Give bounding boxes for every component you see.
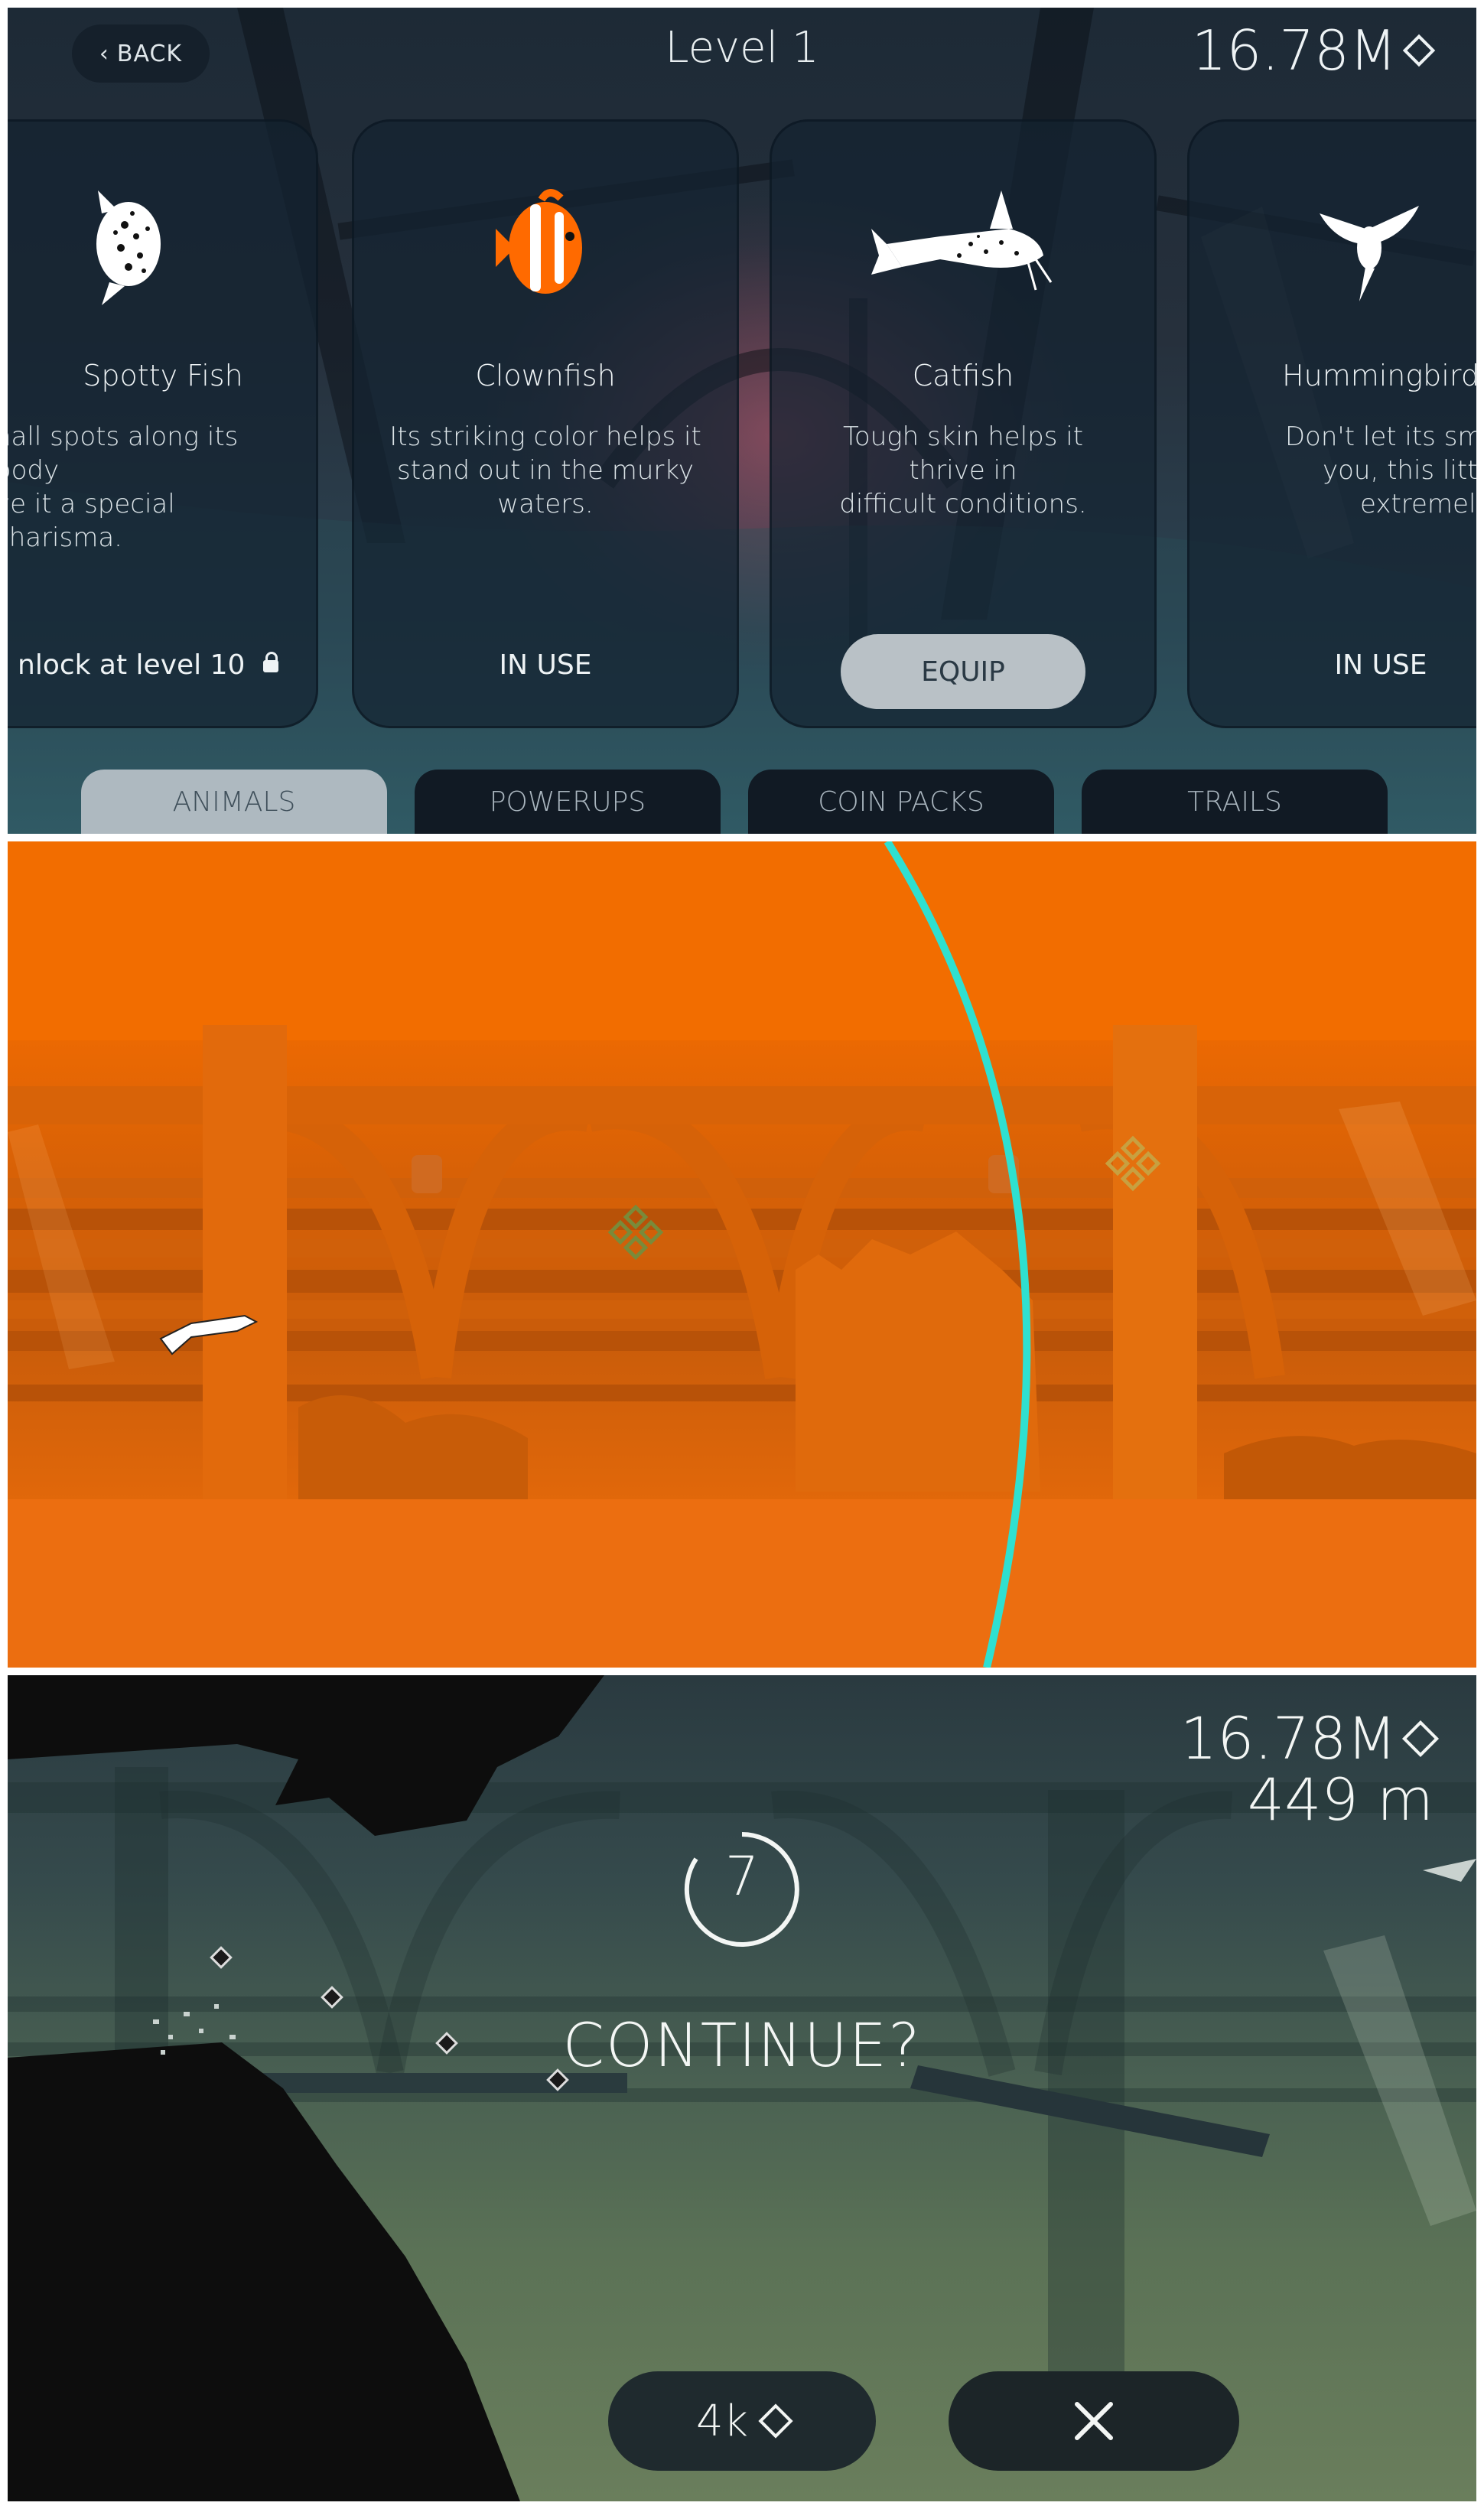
desc-line: stand out in the murky [397,455,694,486]
tab-coin-packs[interactable]: COIN PACKS [748,770,1054,834]
in-use-status: IN USE [499,649,592,681]
equip-button[interactable]: EQUIP [841,634,1085,709]
shop-tabs: ANIMALS POWERUPS COIN PACKS TRAILS [8,770,1476,834]
animal-card-spotty-fish[interactable]: Spotty Fish nall spots along its body ve… [8,119,318,728]
desc-line: difficult conditions. [839,489,1087,519]
animal-name: Clownfish [475,359,616,392]
animal-card-clownfish[interactable]: Clownfish Its striking color helps it st… [352,119,739,728]
coin-balance: 16.78M [1191,18,1436,83]
desc-line: extremely fast. [1360,489,1476,519]
spotty-fish-icon [8,183,316,313]
animal-name: Catfish [912,359,1014,392]
in-use-status: IN USE [1334,649,1427,681]
animal-card-hummingbird[interactable]: Hummingbird Don't let its small size you… [1187,119,1476,728]
coin-balance: 16.78M [1180,1704,1440,1772]
animal-description: Don't let its small size you, this littl… [1228,420,1476,521]
animal-description: Its striking color helps it stand out in… [385,420,706,521]
animal-description: nall spots along its body ve it a specia… [8,420,308,555]
catfish-icon [772,183,1154,313]
shop-screen: ‹ BACK Level 1 16.78M Spotty Fish n [8,8,1476,834]
desc-line: Its striking color helps it [389,421,701,452]
shop-top-bar: ‹ BACK Level 1 16.78M [8,8,1476,99]
desc-line: nall spots along its body [8,421,239,486]
hummingbird-icon [1289,183,1442,313]
desc-line: you, this little guy i [1323,455,1476,486]
orange-scene-art [8,841,1476,1668]
countdown-number: 7 [724,1845,760,1908]
coin-amount: 16.78M [1180,1704,1397,1772]
animal-description: Tough skin helps it thrive in difficult … [802,420,1124,521]
gameplay-orange-scene [8,841,1476,1668]
desc-line: waters. [497,489,594,519]
pay-to-continue-button[interactable]: 4k [608,2371,876,2471]
clownfish-icon [354,183,737,313]
animal-name: Spotty Fish [83,359,243,392]
tab-trails[interactable]: TRAILS [1082,770,1388,834]
desc-line: ve it a special charisma. [8,489,175,553]
lock-icon [262,652,278,672]
desc-line: Don't let its small size [1284,421,1476,452]
desc-line: Tough skin helps it thrive in [842,421,1084,486]
tab-powerups[interactable]: POWERUPS [415,770,721,834]
pay-label: 4k [695,2396,749,2446]
continue-screen: 16.78M 449 m 7 CONTINUE? 4k [8,1675,1476,2501]
animal-card-catfish[interactable]: Catfish Tough skin helps it thrive in di… [770,119,1157,728]
diamond-icon [758,2403,793,2439]
diamond-icon [1401,1720,1440,1757]
coin-amount: 16.78M [1191,18,1397,83]
distance-readout: 449 m [1247,1765,1434,1834]
diamond-icon [1402,34,1436,67]
continue-prompt: CONTINUE? [562,2012,922,2081]
close-icon [1075,2402,1113,2440]
unlock-status: nlock at level 10 [18,649,316,681]
close-button[interactable] [949,2371,1239,2471]
animal-name: Hummingbird [1282,359,1476,392]
unlock-label: nlock at level 10 [18,649,246,681]
tab-animals[interactable]: ANIMALS [81,770,387,834]
